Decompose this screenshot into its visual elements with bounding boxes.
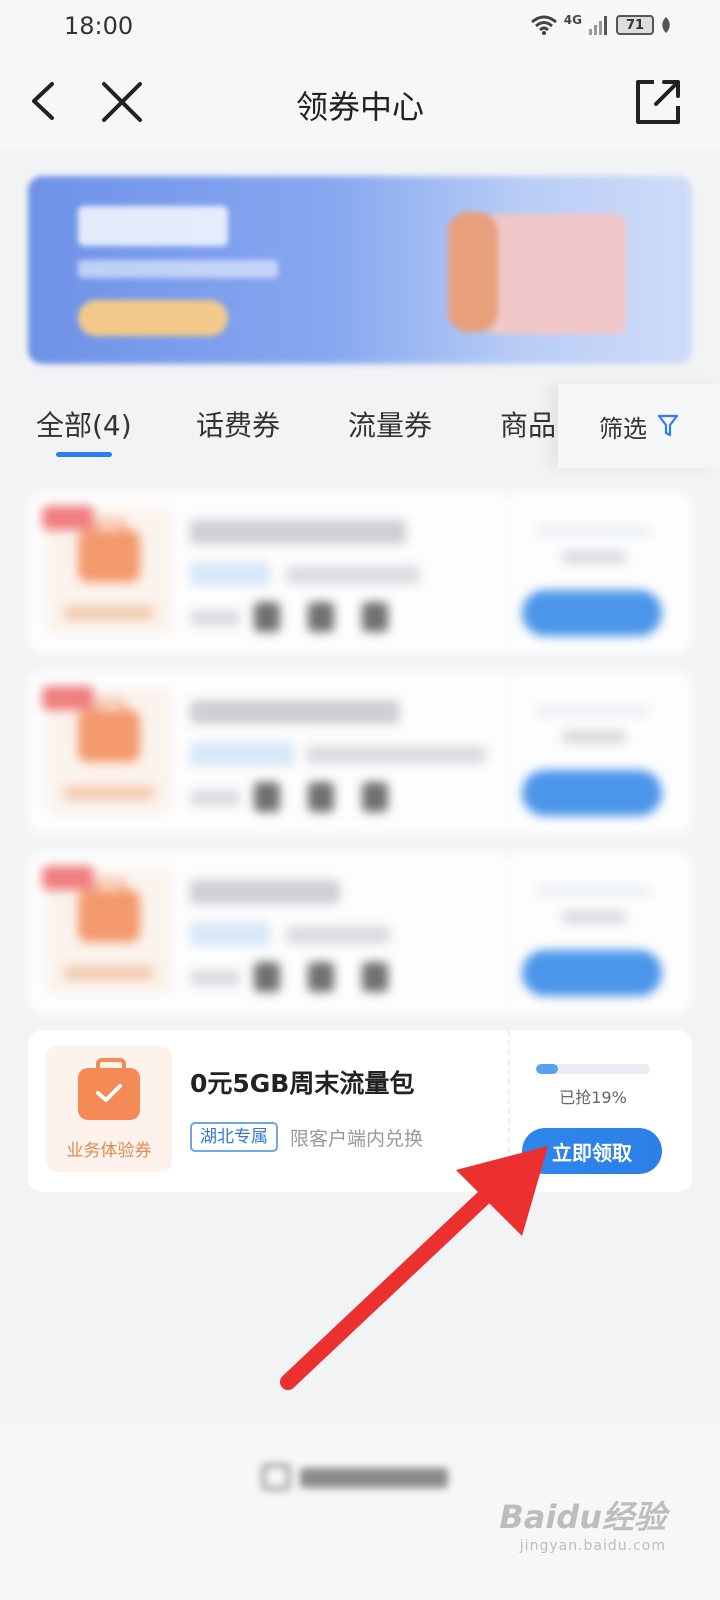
annotation-arrow-icon [280, 1146, 548, 1390]
watermark-brand: Baidu经验 [499, 1498, 666, 1536]
watermark-site: jingyan.baidu.com [519, 1538, 666, 1554]
watermark: Baidu经验 jingyan.baidu.com [499, 1492, 666, 1554]
